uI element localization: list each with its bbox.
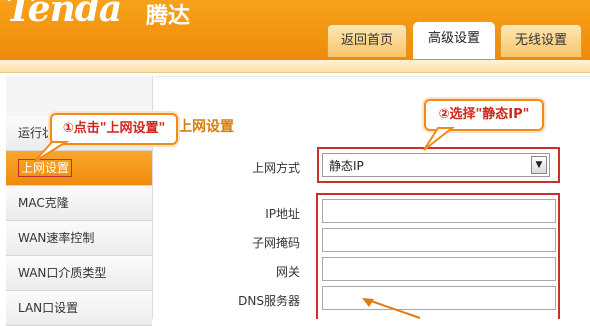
sidebar-item-lan-settings[interactable]: LAN口设置 — [6, 291, 152, 326]
highlight-frame-select — [317, 147, 560, 183]
sidebar-item-wan-speed[interactable]: WAN速率控制 — [6, 221, 152, 256]
sidebar-item-internet-settings[interactable]: 上网设置 — [6, 151, 152, 186]
sidebar-item-label: MAC克隆 — [18, 196, 69, 210]
content-divider — [156, 76, 590, 77]
subnet-mask-label: 子网掩码 — [251, 236, 300, 250]
tab-wireless-settings[interactable]: 无线设置 — [500, 24, 582, 57]
annotation-tail-2 — [423, 127, 455, 151]
tab-home[interactable]: 返回首页 — [327, 24, 407, 57]
annotation-step1-text: ①点击"上网设置" — [62, 121, 166, 136]
connection-type-label: 上网方式 — [251, 161, 300, 175]
sidebar-item-wan-media[interactable]: WAN口介质类型 — [6, 256, 152, 291]
sidebar-item-label: WAN速率控制 — [18, 231, 95, 245]
header-bar: Tenda 腾达 返回首页 高级设置 无线设置 — [0, 0, 590, 60]
brand-logo-cn: 腾达 — [146, 4, 191, 29]
gateway-label: 网关 — [275, 265, 300, 279]
annotation-tail-1 — [33, 141, 70, 163]
sidebar-item-label: WAN口介质类型 — [18, 266, 107, 280]
tab-advanced-settings[interactable]: 高级设置 — [413, 22, 495, 59]
annotation-step2-text: ②选择"静态IP" — [438, 107, 530, 122]
highlight-frame-fields — [316, 193, 560, 319]
sidebar-item-label: LAN口设置 — [18, 301, 79, 315]
section-title: 上网设置 — [178, 119, 234, 135]
sidebar-item-mac-clone[interactable]: MAC克隆 — [6, 186, 152, 221]
ip-address-label: IP地址 — [265, 207, 300, 221]
arrow-icon — [362, 298, 421, 319]
dns-server-label: DNS服务器 — [238, 294, 300, 308]
sub-header-bar — [0, 60, 590, 73]
brand-logo: Tenda — [6, 0, 122, 30]
